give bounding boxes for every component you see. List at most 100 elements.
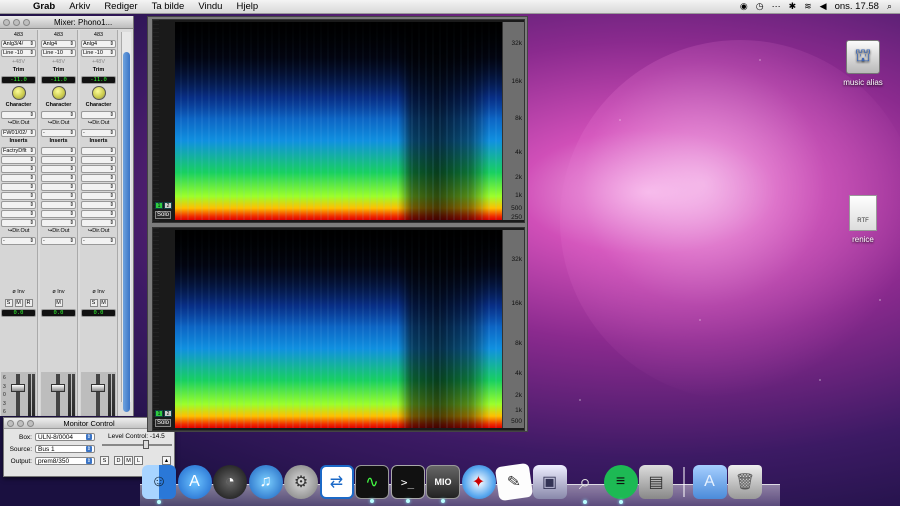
solo-button[interactable]: S xyxy=(89,299,98,307)
itunes-icon[interactable]: ♫ xyxy=(248,465,283,499)
insert-slot[interactable]: ⇕ xyxy=(1,174,36,182)
solo-toggle[interactable]: S xyxy=(100,456,109,465)
applications-folder-icon[interactable]: A xyxy=(692,465,727,499)
phase-invert-button[interactable]: ø Inv xyxy=(0,289,37,297)
phantom-button[interactable]: +48V xyxy=(81,58,116,66)
menu-ta-bilde[interactable]: Ta bilde xyxy=(145,1,192,12)
character-select[interactable]: ⇕ xyxy=(1,111,36,119)
solo-button[interactable]: S xyxy=(4,299,13,307)
menu-rediger[interactable]: Rediger xyxy=(97,1,144,12)
grab-magnifier-icon[interactable]: ⌕ xyxy=(568,465,602,504)
dim-toggle[interactable]: D xyxy=(114,456,123,465)
insert-slot[interactable]: ⇕ xyxy=(81,183,116,191)
phantom-button[interactable]: +48V xyxy=(1,58,36,66)
record-icon[interactable]: ◉ xyxy=(740,1,748,12)
trim-knob[interactable] xyxy=(51,86,66,100)
trim-value[interactable]: -11.0 xyxy=(41,76,76,84)
insert-slot[interactable]: ⇕ xyxy=(81,165,116,173)
textedit-icon[interactable]: ✎ xyxy=(494,462,534,502)
time-machine-icon[interactable]: ◷ xyxy=(756,1,764,12)
insert-slot[interactable]: ⇕ xyxy=(41,147,76,155)
direct-out-select-2[interactable]: - ⇕ xyxy=(41,237,76,245)
volume-icon[interactable]: ◀ xyxy=(820,1,827,12)
menu-hjelp[interactable]: Hjelp xyxy=(229,1,265,12)
desktop-icon-renice[interactable]: RTF renice xyxy=(836,195,890,244)
phantom-button[interactable]: +48V xyxy=(41,58,76,66)
spotify-icon[interactable]: ≡ xyxy=(603,465,638,504)
insert-slot[interactable]: ⇕ xyxy=(81,192,116,200)
wifi-icon[interactable]: ≋ xyxy=(804,1,812,12)
preview-icon[interactable]: ▣ xyxy=(532,465,567,499)
mute-button[interactable]: M xyxy=(99,299,108,307)
bluetooth-icon[interactable]: ✱ xyxy=(789,1,797,12)
direct-out-select-2[interactable]: - ⇕ xyxy=(1,237,36,245)
menu-arkiv[interactable]: Arkiv xyxy=(62,1,97,12)
archive-utility-icon[interactable]: ▤ xyxy=(639,465,673,499)
safari-icon[interactable]: ✦ xyxy=(461,465,496,499)
dashboard-icon[interactable]: ◔ xyxy=(213,465,247,499)
desktop-icon-music-alias[interactable]: music alias xyxy=(834,40,892,87)
input-select[interactable]: Anlg3/4/⇕ xyxy=(1,40,36,48)
fader-handle[interactable] xyxy=(11,384,25,392)
insert-slot[interactable]: ⇕ xyxy=(1,192,36,200)
insert-slot[interactable]: ⇕ xyxy=(41,156,76,164)
insert-slot[interactable]: ⇕ xyxy=(1,183,36,191)
insert-slot[interactable]: ⇕ xyxy=(41,192,76,200)
line-select[interactable]: Line -10 ⇕ xyxy=(81,49,116,57)
insert-slot[interactable]: ⇕ xyxy=(81,219,116,227)
level-slider-handle[interactable] xyxy=(143,440,149,449)
direct-out-select-2[interactable]: - ⇕ xyxy=(81,237,116,245)
output-select[interactable]: prem8/350 ⇕ xyxy=(35,457,95,465)
insert-slot[interactable]: ⇕ xyxy=(81,174,116,182)
mio-console-icon[interactable]: MIO xyxy=(426,465,460,503)
insert-slot[interactable]: ⇕ xyxy=(41,165,76,173)
fader-handle[interactable] xyxy=(91,384,105,392)
phase-invert-button[interactable]: ø Inv xyxy=(80,289,117,297)
line-select[interactable]: Line -10 ⇕ xyxy=(1,49,36,57)
insert-slot[interactable]: ⇕ xyxy=(1,165,36,173)
menu-vindu[interactable]: Vindu xyxy=(191,1,229,12)
insert-slot[interactable]: ⇕ xyxy=(1,201,36,209)
insert-slot[interactable]: ⇕ xyxy=(81,156,116,164)
app-store-icon[interactable]: A xyxy=(177,465,212,499)
insert-slot[interactable]: ⇕ xyxy=(41,210,76,218)
insert-slot[interactable]: ⇕ xyxy=(41,174,76,182)
insert-slot[interactable]: ⇕ xyxy=(1,156,36,164)
insert-slot[interactable]: ⇕ xyxy=(41,183,76,191)
solo-toggle[interactable]: Solo xyxy=(155,419,172,427)
channel-toggle[interactable]: 1 xyxy=(155,202,163,209)
source-select[interactable]: Bus 1 ⇕ xyxy=(35,445,95,453)
solo-toggle[interactable]: Solo xyxy=(155,211,172,219)
menu-app-grab[interactable]: Grab xyxy=(26,1,62,12)
direct-out-select[interactable]: - ⇕ xyxy=(81,129,116,137)
box-select[interactable]: ULN-8/0004 ⇕ xyxy=(35,433,95,441)
channel-toggle[interactable]: 1 xyxy=(155,410,163,417)
scrollbar-thumb[interactable] xyxy=(123,52,130,412)
trash-icon[interactable]: 🗑 xyxy=(728,465,762,499)
system-preferences-icon[interactable]: ⚙ xyxy=(284,465,318,499)
insert-slot[interactable]: ⇕ xyxy=(1,219,36,227)
teamviewer-icon[interactable]: ⇄ xyxy=(319,465,354,499)
trim-value[interactable]: -11.0 xyxy=(1,76,36,84)
mute-button[interactable]: M xyxy=(54,299,63,307)
insert-slot[interactable]: ⇕ xyxy=(41,219,76,227)
mute-toggle[interactable]: M xyxy=(124,456,133,465)
fader-handle[interactable] xyxy=(51,384,65,392)
direct-out-select[interactable]: - ⇕ xyxy=(41,129,76,137)
trim-knob[interactable] xyxy=(91,86,106,100)
insert-slot[interactable]: ⇕ xyxy=(81,210,116,218)
insert-slot[interactable]: ⇕ xyxy=(41,201,76,209)
character-select[interactable]: ⇕ xyxy=(41,111,76,119)
direct-out-select[interactable]: FW01/02/⇕ xyxy=(1,129,36,137)
mixer-scrollbar[interactable] xyxy=(121,32,131,412)
phase-invert-button[interactable]: ø Inv xyxy=(40,289,77,297)
trim-value[interactable]: -11.0 xyxy=(81,76,116,84)
mute-button[interactable]: M xyxy=(14,299,23,307)
character-select[interactable]: ⇕ xyxy=(81,111,116,119)
terminal-icon[interactable]: >_ xyxy=(390,465,425,503)
record-button[interactable]: R xyxy=(24,299,33,307)
insert-slot[interactable]: FactryDflt ⇕ xyxy=(1,147,36,155)
input-select[interactable]: Anlg4 ⇕ xyxy=(41,40,76,48)
activity-monitor-icon[interactable]: ∿ xyxy=(355,465,389,503)
insert-slot[interactable]: ⇕ xyxy=(81,147,116,155)
